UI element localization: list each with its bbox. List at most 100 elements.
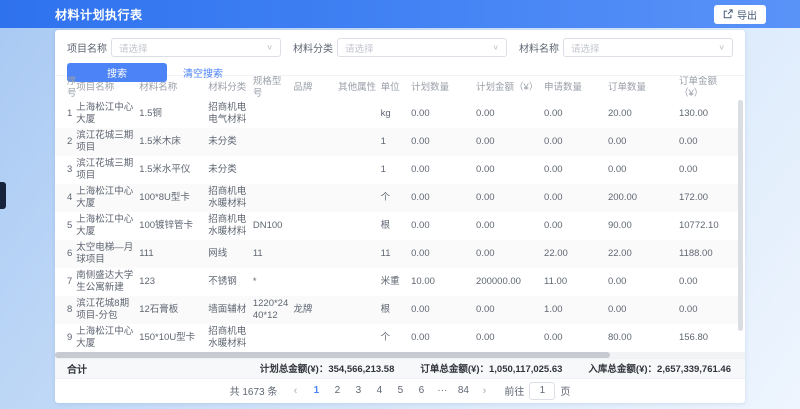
pagination: 共 1673 条 ‹ 123456···84 › 前往 页: [55, 379, 745, 403]
pagination-total: 共 1673 条: [230, 383, 278, 398]
filter-group-1: 项目名称请选择 ∨: [67, 38, 281, 57]
main-card: 项目名称请选择∨材料分类请选择∨材料名称请选择∨ 搜索 清空搜索 序号项目名称材…: [55, 30, 745, 403]
table-cell: 墙面辅材: [208, 296, 253, 324]
select-placeholder: 请选择: [345, 41, 374, 55]
table-cell: [338, 156, 381, 184]
table-cell: 0.00: [476, 100, 544, 128]
next-page-button[interactable]: ›: [477, 385, 491, 397]
column-header: 其他属性: [338, 76, 381, 100]
goto-page-input[interactable]: [529, 382, 555, 400]
summary-items: 计划总金额(¥)：354,566,213.58订单总金额(¥)：1,050,11…: [260, 361, 731, 375]
table-cell: 南侧盛达大学生公寓新建: [76, 268, 139, 296]
column-header: 订单数量: [608, 76, 679, 100]
table-cell: 0.00: [608, 268, 679, 296]
table-row[interactable]: 8滨江花城8期项目-分包12石膏板墙面辅材1220*2440*12龙牌根0.00…: [55, 296, 740, 324]
table-row[interactable]: 1上海松江中心大厦1.5铜招商机电 电气材料kg0.000.000.0020.0…: [55, 100, 740, 128]
page-button-3[interactable]: 3: [351, 385, 365, 396]
table-cell: [253, 156, 294, 184]
select-placeholder: 请选择: [119, 41, 148, 55]
table-cell: 上海松江中心大厦: [76, 184, 139, 212]
page-button-6[interactable]: 6: [414, 385, 428, 396]
pagination-pages: 123456 ··· 84: [309, 385, 470, 396]
table-cell: 0.00: [476, 156, 544, 184]
page-ellipsis[interactable]: ···: [435, 385, 449, 396]
column-header: 计划金额（¥）: [476, 76, 544, 100]
page-button-4[interactable]: 4: [372, 385, 386, 396]
column-header: 项目名称: [76, 76, 139, 100]
table-cell: 0.00: [476, 240, 544, 268]
vertical-scrollbar[interactable]: [738, 100, 743, 331]
select-placeholder: 请选择: [571, 41, 600, 55]
table-cell: 130.00: [679, 100, 740, 128]
table-cell: 9: [55, 324, 76, 352]
table-cell: 10772.10: [679, 212, 740, 240]
column-header: 材料名称: [139, 76, 208, 100]
table-cell: 0.00: [544, 100, 608, 128]
table-cell: 0.00: [679, 296, 740, 324]
table-cell: 0.00: [608, 296, 679, 324]
table-cell: 1: [55, 100, 76, 128]
table-cell: 根: [381, 212, 411, 240]
filter-select[interactable]: 请选择 ∨: [111, 38, 281, 57]
chevron-down-icon: ∨: [266, 43, 273, 52]
table-cell: 招商机电 水暖材料: [208, 212, 253, 240]
table-cell: [293, 268, 338, 296]
table-cell: 1.5米木床: [139, 128, 208, 156]
filter-select[interactable]: 请选择∨: [563, 38, 733, 57]
table-cell: 0.00: [476, 128, 544, 156]
table-cell: 1.00: [544, 296, 608, 324]
table-cell: [338, 240, 381, 268]
table-cell: 7: [55, 268, 76, 296]
page-button-2[interactable]: 2: [330, 385, 344, 396]
table-cell: 未分类: [208, 128, 253, 156]
export-icon: [723, 9, 733, 19]
column-header: 材料分类: [208, 76, 253, 100]
table-row[interactable]: 4上海松江中心大厦100*8U型卡招商机电 水暖材料个0.000.000.002…: [55, 184, 740, 212]
page-title: 材料计划执行表: [55, 6, 143, 23]
horizontal-scrollbar[interactable]: [55, 352, 610, 358]
filter-label: 项目名称: [67, 40, 111, 55]
page-button-5[interactable]: 5: [393, 385, 407, 396]
column-header: 序号: [55, 76, 76, 100]
filter-label: 材料分类: [293, 40, 337, 55]
table-cell: [338, 128, 381, 156]
table-cell: 172.00: [679, 184, 740, 212]
page-button-84[interactable]: 84: [456, 385, 470, 396]
export-button[interactable]: 导出: [714, 5, 766, 24]
table-row[interactable]: 5上海松江中心大厦100镀锌管卡招商机电 水暖材料DN100根0.000.000…: [55, 212, 740, 240]
table-row[interactable]: 6太空电梯—月球项目111网线11110.000.0022.0022.00118…: [55, 240, 740, 268]
table-header-row: 序号项目名称材料名称材料分类规格型号品牌其他属性单位计划数量计划金额（¥）申请数…: [55, 76, 740, 100]
table-cell: 0.00: [544, 184, 608, 212]
table-cell: 0.00: [608, 156, 679, 184]
table-row[interactable]: 3滨江花城三期项目1.5米水平仪未分类10.000.000.000.000.00: [55, 156, 740, 184]
horizontal-scrollbar-track: [55, 352, 745, 358]
table-cell: 1: [381, 156, 411, 184]
table-cell: 0.00: [679, 156, 740, 184]
filter-section: 项目名称请选择∨材料分类请选择∨材料名称请选择∨ 搜索 清空搜索: [55, 30, 745, 76]
table-cell: [293, 128, 338, 156]
table-row[interactable]: 2滨江花城三期项目1.5米木床未分类10.000.000.000.000.00: [55, 128, 740, 156]
table-cell: 1.5米水平仪: [139, 156, 208, 184]
page-button-1[interactable]: 1: [309, 385, 323, 396]
prev-page-button[interactable]: ‹: [288, 385, 302, 397]
table-cell: 米重: [381, 268, 411, 296]
table-cell: 0.00: [411, 100, 476, 128]
table-cell: [253, 324, 294, 352]
table-cell: 4: [55, 184, 76, 212]
table-cell: 不锈钢: [208, 268, 253, 296]
table-cell: [338, 324, 381, 352]
sidebar-expand-handle[interactable]: [0, 182, 6, 209]
table-cell: 0.00: [608, 128, 679, 156]
table-cell: 个: [381, 184, 411, 212]
column-header: 订单金额（¥）: [679, 76, 740, 100]
table-cell: 1188.00: [679, 240, 740, 268]
table-cell: 11.00: [544, 268, 608, 296]
table-container: 序号项目名称材料名称材料分类规格型号品牌其他属性单位计划数量计划金额（¥）申请数…: [55, 76, 745, 352]
table-cell: 123: [139, 268, 208, 296]
filter-select[interactable]: 请选择∨: [337, 38, 507, 57]
table-cell: [253, 100, 294, 128]
table-cell: 100镀锌管卡: [139, 212, 208, 240]
table-row[interactable]: 7南侧盛达大学生公寓新建123不锈钢*米重10.00200000.0011.00…: [55, 268, 740, 296]
table-row[interactable]: 9上海松江中心大厦150*10U型卡招商机电 水暖材料个0.000.000.00…: [55, 324, 740, 352]
filter-group-3: 材料名称请选择∨: [519, 38, 733, 57]
